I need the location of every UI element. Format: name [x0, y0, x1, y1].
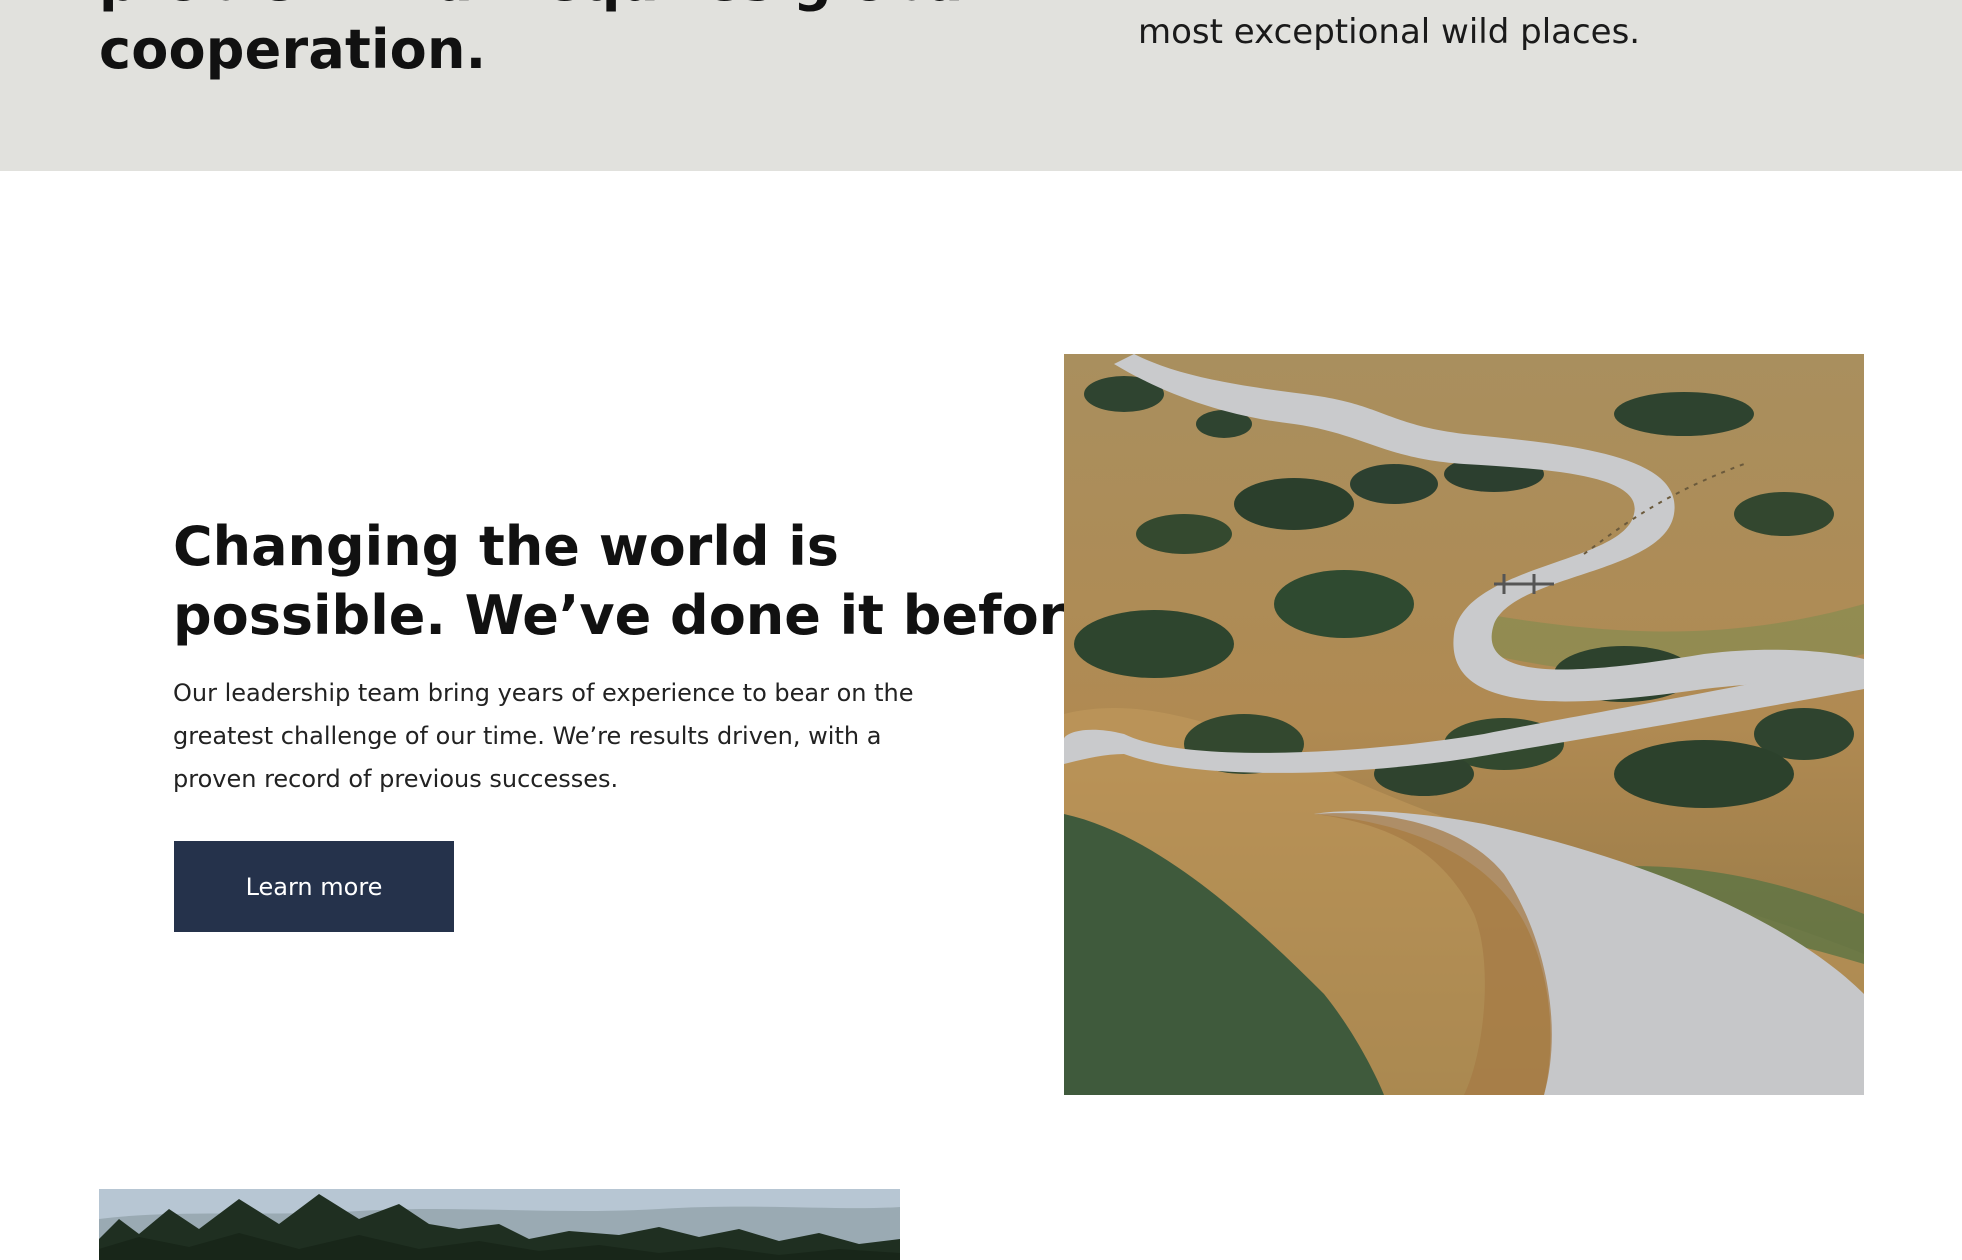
feature-heading-line-1: Changing the world is — [173, 515, 839, 578]
winding-road-illustration — [1064, 354, 1864, 1095]
intro-band: problem that requires global cooperation… — [0, 0, 1962, 171]
forest-image — [99, 1189, 900, 1260]
feature-text-block: Changing the world is possible. We’ve do… — [173, 512, 1123, 801]
forest-treeline-illustration — [99, 1189, 900, 1260]
feature-heading: Changing the world is possible. We’ve do… — [173, 512, 1123, 650]
feature-body: Our leadership team bring years of exper… — [173, 672, 1013, 801]
feature-body-line-3: proven record of previous successes. — [173, 765, 619, 793]
feature-heading-line-2: possible. We’ve done it before. — [173, 584, 1123, 647]
intro-subtext: most exceptional wild places. — [1138, 12, 1641, 52]
intro-headline: problem that requires global cooperation… — [99, 0, 999, 84]
feature-body-line-2: greatest challenge of our time. We’re re… — [173, 722, 882, 750]
intro-headline-line-2: cooperation. — [99, 18, 487, 81]
intro-headline-line-1: problem that requires global — [99, 0, 999, 16]
learn-more-button[interactable]: Learn more — [174, 841, 454, 932]
feature-body-line-1: Our leadership team bring years of exper… — [173, 679, 914, 707]
winding-road-image — [1064, 354, 1864, 1095]
